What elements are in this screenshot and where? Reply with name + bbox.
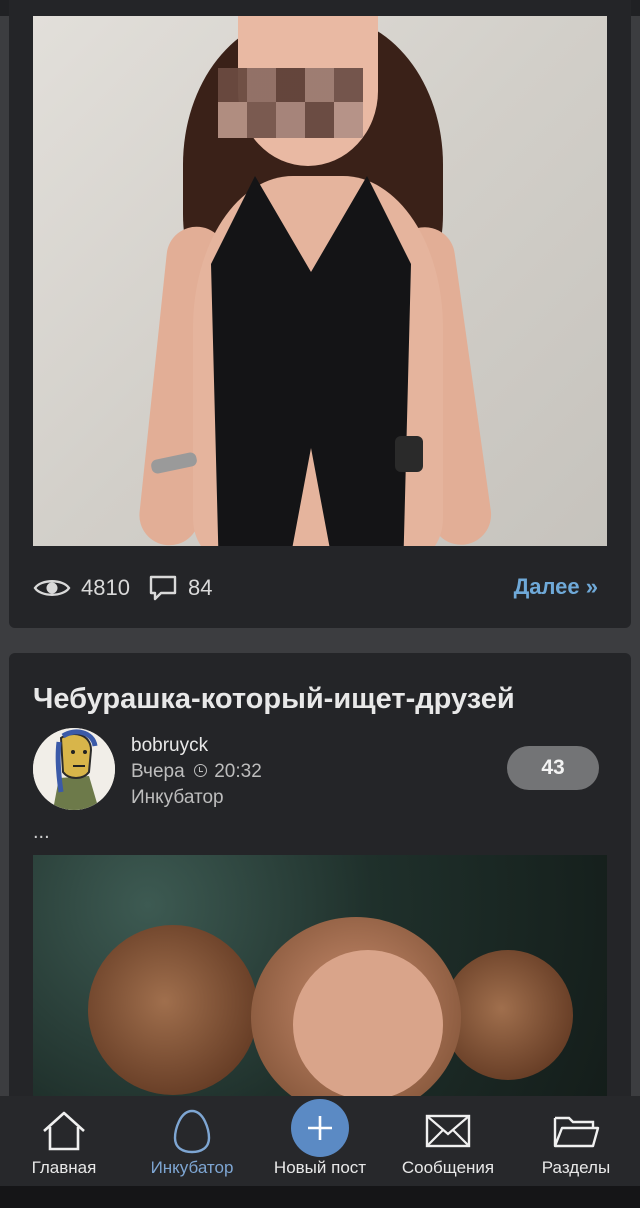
egg-icon — [172, 1108, 212, 1154]
post-card: Чебурашка-который-ищет-друзей bobruyck В… — [9, 653, 631, 1113]
post-image[interactable] — [33, 855, 607, 1105]
nav-new-post[interactable]: Новый пост — [256, 1096, 384, 1186]
post-image[interactable] — [33, 16, 607, 546]
post-section[interactable]: Инкубатор — [131, 785, 262, 811]
post-title[interactable]: Чебурашка-который-ищет-друзей — [33, 683, 515, 716]
post-card: 4810 84 Далее » — [9, 0, 631, 628]
post-meta: bobruyck Вчера 20:32 Инкубатор — [131, 733, 262, 811]
rating-badge[interactable]: 43 — [507, 746, 599, 790]
post-time: Вчера 20:32 — [131, 761, 262, 782]
clock-icon — [193, 764, 207, 777]
views-count: 4810 — [81, 575, 130, 600]
home-icon — [40, 1108, 88, 1154]
system-nav-bar — [0, 1186, 640, 1208]
envelope-icon — [425, 1108, 471, 1154]
new-post-button[interactable] — [291, 1099, 349, 1157]
bottom-navigation: Главная Инкубатор Новый пост Сообщения Р… — [0, 1096, 640, 1186]
nav-incubator[interactable]: Инкубатор — [128, 1096, 256, 1186]
comments-count[interactable]: 84 — [188, 575, 212, 601]
plus-icon — [308, 1116, 332, 1140]
nav-messages[interactable]: Сообщения — [384, 1096, 512, 1186]
eye-icon — [33, 576, 71, 600]
nav-sections[interactable]: Разделы — [512, 1096, 640, 1186]
read-more-link[interactable]: Далее » — [514, 574, 598, 600]
comment-icon[interactable] — [148, 574, 178, 602]
post-stats: 4810 84 — [33, 570, 230, 606]
folder-icon — [552, 1108, 600, 1154]
nav-home[interactable]: Главная — [0, 1096, 128, 1186]
author-name[interactable]: bobruyck — [131, 733, 262, 759]
post-excerpt: ... — [33, 821, 50, 843]
avatar[interactable] — [33, 728, 115, 810]
